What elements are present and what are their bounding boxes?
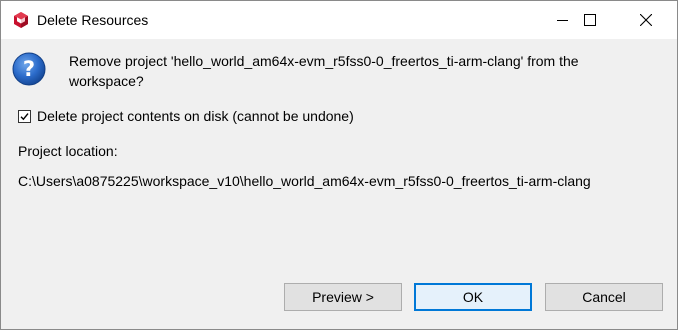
preview-button[interactable]: Preview > <box>284 283 402 311</box>
app-cube-icon <box>12 11 30 29</box>
cancel-button[interactable]: Cancel <box>545 283 663 311</box>
delete-contents-option[interactable]: Delete project contents on disk (cannot … <box>18 106 354 126</box>
svg-text:?: ? <box>23 57 35 81</box>
maximize-button[interactable] <box>567 1 613 39</box>
minimize-icon <box>556 15 568 26</box>
close-icon <box>640 14 652 26</box>
checkmark-icon <box>20 112 29 120</box>
dialog-content: ? Remove project 'hello_world_am64x-evm_… <box>1 39 677 329</box>
project-location-value: C:\Users\a0875225\workspace_v10\hello_wo… <box>18 173 591 189</box>
close-button[interactable] <box>623 1 669 39</box>
project-location-label: Project location: <box>18 143 118 159</box>
ok-button[interactable]: OK <box>414 283 532 311</box>
maximize-icon <box>584 14 596 26</box>
title-bar: Delete Resources <box>1 1 677 39</box>
delete-contents-checkbox[interactable] <box>18 109 31 123</box>
delete-resources-dialog: Delete Resources ? Remove project 'hello… <box>0 0 678 330</box>
window-title: Delete Resources <box>37 12 149 28</box>
delete-contents-label[interactable]: Delete project contents on disk (cannot … <box>37 106 354 126</box>
question-icon: ? <box>12 52 46 86</box>
confirm-message: Remove project 'hello_world_am64x-evm_r5… <box>69 53 579 89</box>
